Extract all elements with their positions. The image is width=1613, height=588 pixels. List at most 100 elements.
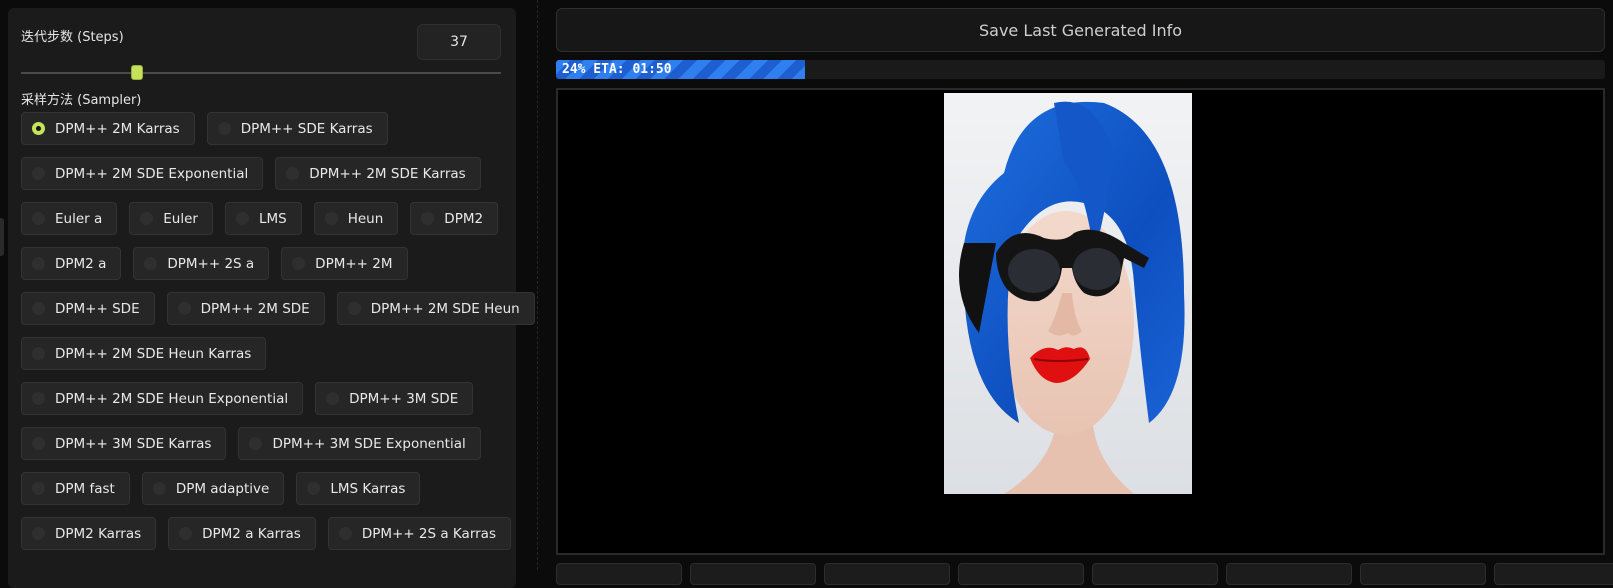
radio-button[interactable] <box>292 257 306 270</box>
sampler-option-label: DPM++ 2M SDE Karras <box>309 165 466 182</box>
sampler-option[interactable]: DPM++ 3M SDE Exponential <box>238 427 481 460</box>
sampler-option[interactable]: DPM++ 2M SDE Heun Karras <box>21 337 267 370</box>
sampler-row: DPM2 a DPM++ 2S a DPM++ 2M <box>21 247 511 280</box>
sampler-option[interactable]: DPM++ 3M SDE Karras <box>21 427 227 460</box>
sampler-option-label: DPM++ 2M <box>315 255 393 272</box>
radio-button[interactable] <box>32 437 45 450</box>
sampler-option[interactable]: Euler a <box>21 202 118 235</box>
output-action-button[interactable] <box>1494 563 1613 585</box>
sampler-option-label: DPM2 <box>444 210 484 227</box>
sampler-option[interactable]: DPM2 Karras <box>21 517 157 550</box>
sampler-option[interactable]: DPM adaptive <box>141 472 285 505</box>
sampler-option-label: DPM++ SDE Karras <box>240 120 373 137</box>
radio-button[interactable] <box>32 482 45 495</box>
sampler-option-label: DPM++ 3M SDE Karras <box>55 435 212 452</box>
sampler-option-label: DPM++ 2M SDE Heun Karras <box>55 345 252 362</box>
radio-button[interactable] <box>338 527 352 540</box>
steps-number-input[interactable]: 37 <box>417 24 501 60</box>
sampler-row: DPM fast DPM adaptive LMS Karras <box>21 472 511 505</box>
sampler-row: DPM++ 2M SDE Heun Exponential DPM++ 3M SD… <box>21 382 511 415</box>
sampler-option-label: DPM++ 3M SDE <box>349 390 459 407</box>
radio-button[interactable] <box>249 437 263 450</box>
collapse-handle[interactable] <box>0 218 4 256</box>
sampler-option-label: Euler a <box>55 210 103 227</box>
sampler-option[interactable]: DPM++ 2M SDE Heun <box>336 292 535 325</box>
sampler-option-label: DPM++ 2S a <box>167 255 255 272</box>
sampler-option-label: DPM2 Karras <box>55 525 142 542</box>
sampler-row: DPM++ 3M SDE Karras DPM++ 3M SDE Exponent… <box>21 427 511 460</box>
sampler-option[interactable]: DPM2 a <box>21 247 122 280</box>
sampler-option-label: DPM++ 2M SDE Heun Exponential <box>55 390 289 407</box>
radio-button[interactable] <box>32 392 45 405</box>
sampler-option-label: Euler <box>163 210 198 227</box>
progress-fill: 24% ETA: 01:50 <box>556 60 805 79</box>
radio-button[interactable] <box>140 212 154 225</box>
radio-button[interactable] <box>32 257 45 270</box>
generation-settings-panel: 迭代步数 (Steps) 37 采样方法 (Sampler) DPM++ 2M … <box>8 8 535 588</box>
radio-button[interactable] <box>326 392 340 405</box>
radio-button[interactable] <box>286 167 300 180</box>
sampler-option[interactable]: DPM++ 2S a <box>133 247 270 280</box>
radio-button[interactable] <box>144 257 158 270</box>
sampler-option[interactable]: DPM2 <box>410 202 499 235</box>
sampler-option[interactable]: DPM++ 2M <box>281 247 408 280</box>
output-action-button[interactable] <box>690 563 816 585</box>
radio-button[interactable] <box>235 212 249 225</box>
radio-button[interactable] <box>152 482 166 495</box>
output-action-buttons <box>556 563 1613 585</box>
output-action-button[interactable] <box>958 563 1084 585</box>
radio-button[interactable] <box>177 302 191 315</box>
panel-divider <box>537 0 538 570</box>
save-last-generated-info-button[interactable]: Save Last Generated Info <box>556 8 1605 52</box>
sampler-option-label: DPM++ 2M Karras <box>55 120 180 137</box>
steps-slider-track[interactable] <box>21 72 501 74</box>
output-action-button[interactable] <box>1226 563 1352 585</box>
sampler-option[interactable]: DPM++ SDE <box>21 292 155 325</box>
sampler-option[interactable]: DPM2 a Karras <box>168 517 316 550</box>
radio-button[interactable] <box>32 347 45 360</box>
sampler-option[interactable]: DPM fast <box>21 472 130 505</box>
radio-button[interactable] <box>32 167 45 180</box>
output-action-button[interactable] <box>1360 563 1486 585</box>
sampler-option[interactable]: DPM++ 2M SDE Exponential <box>21 157 264 190</box>
sampler-row: DPM++ 2M SDE Heun Karras <box>21 337 511 370</box>
sampler-option[interactable]: DPM++ 2M Karras <box>21 112 195 145</box>
radio-button[interactable] <box>179 527 193 540</box>
sampler-option-label: DPM++ 2S a Karras <box>361 525 496 542</box>
radio-button[interactable] <box>324 212 338 225</box>
radio-button[interactable] <box>32 212 45 225</box>
sampler-option-label: DPM++ 2M SDE Exponential <box>55 165 249 182</box>
output-action-button[interactable] <box>824 563 950 585</box>
radio-button[interactable] <box>32 302 45 315</box>
output-action-button[interactable] <box>1092 563 1218 585</box>
sampler-option[interactable]: DPM++ 2M SDE Heun Exponential <box>21 382 304 415</box>
sampler-row: DPM++ SDE DPM++ 2M SDE DPM++ 2M SDE Heun <box>21 292 535 325</box>
sampler-option[interactable]: DPM++ 2S a Karras <box>327 517 511 550</box>
sampler-option-label: DPM2 a <box>55 255 107 272</box>
sampler-row: DPM++ 2M Karras DPM++ SDE Karras <box>21 112 511 145</box>
steps-slider-handle[interactable] <box>130 65 143 80</box>
sampler-option[interactable]: DPM++ 2M SDE <box>166 292 325 325</box>
sampler-option[interactable]: DPM++ 3M SDE <box>315 382 474 415</box>
generated-image-preview[interactable] <box>944 93 1192 494</box>
output-action-button[interactable] <box>556 563 682 585</box>
sampler-option-label: DPM++ 2M SDE Heun <box>370 300 520 317</box>
sampler-option[interactable]: LMS Karras <box>296 472 421 505</box>
sampler-row: DPM2 Karras DPM2 a Karras DPM++ 2S a Karra… <box>21 517 511 550</box>
sampler-option-label: DPM adaptive <box>175 480 270 497</box>
sampler-radio-group: DPM++ 2M Karras DPM++ SDE Karras DPM++ 2M … <box>21 112 535 562</box>
progress-text: 24% ETA: 01:50 <box>562 62 672 77</box>
radio-button[interactable] <box>217 122 231 135</box>
radio-button[interactable] <box>347 302 361 315</box>
output-image-viewer <box>556 88 1605 555</box>
radio-button[interactable] <box>307 482 321 495</box>
radio-button[interactable] <box>32 122 45 135</box>
radio-button[interactable] <box>32 527 45 540</box>
sampler-option[interactable]: DPM++ 2M SDE Karras <box>275 157 481 190</box>
radio-button[interactable] <box>421 212 435 225</box>
sampler-option[interactable]: Heun <box>313 202 399 235</box>
sampler-option[interactable]: Euler <box>129 202 213 235</box>
sampler-option[interactable]: DPM++ SDE Karras <box>206 112 388 145</box>
sampler-option-label: LMS Karras <box>330 480 406 497</box>
sampler-option[interactable]: LMS <box>224 202 302 235</box>
